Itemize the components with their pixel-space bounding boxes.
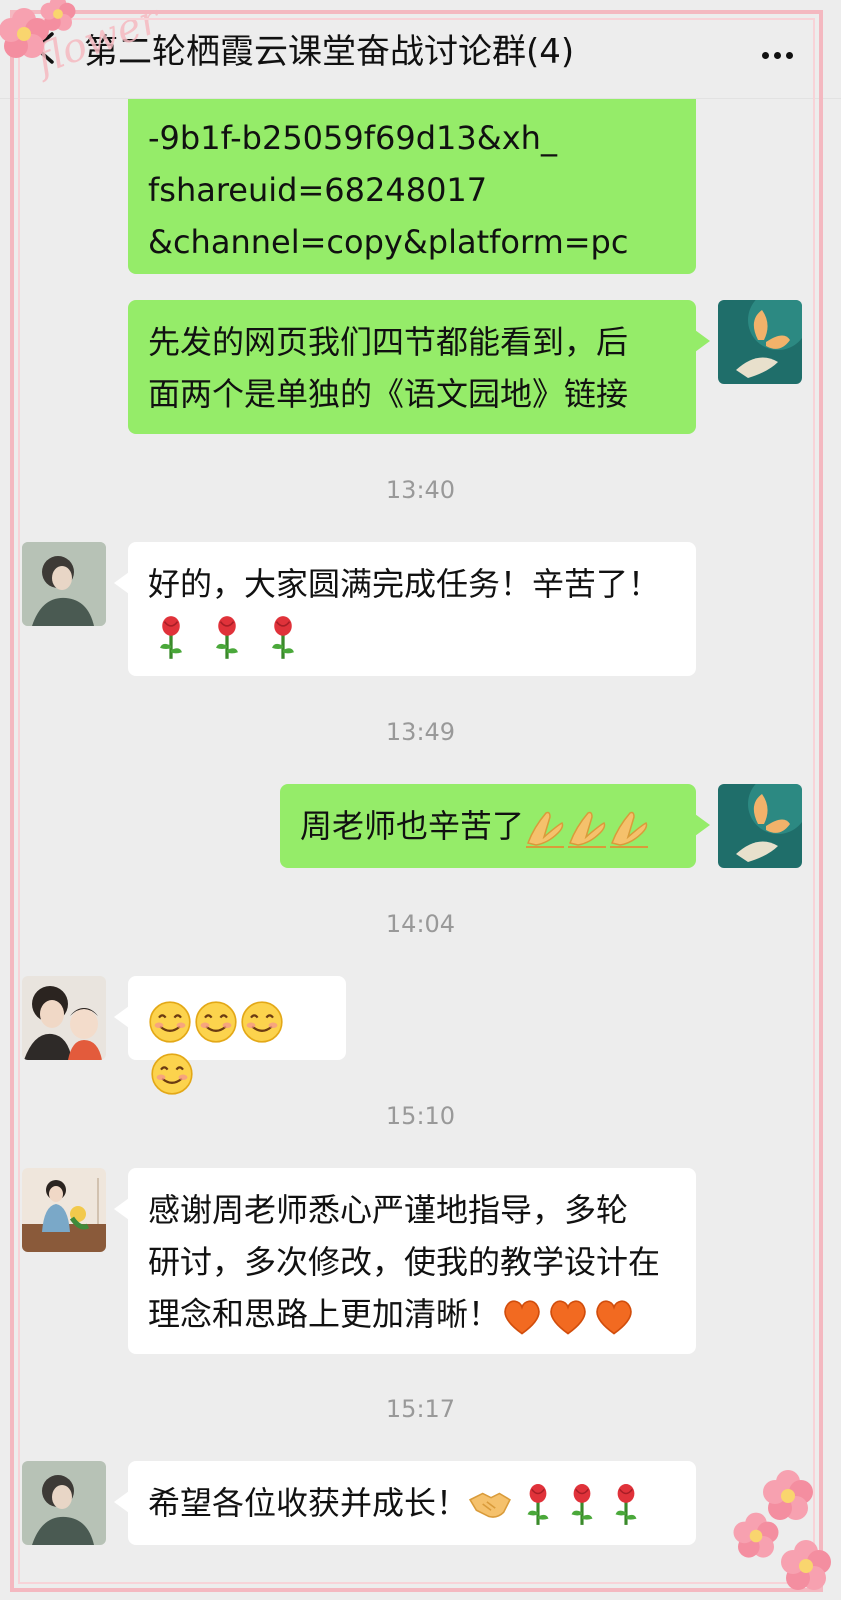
pray-icon bbox=[525, 811, 566, 848]
butterfly-avatar-icon bbox=[718, 300, 802, 384]
smile-icon bbox=[149, 1001, 191, 1043]
avatar-member[interactable] bbox=[22, 976, 106, 1060]
avatar-self[interactable] bbox=[718, 300, 802, 384]
message-text: 面两个是单独的《语文园地》链接 bbox=[148, 375, 629, 413]
rose-icon bbox=[525, 1483, 551, 1527]
rose-icon bbox=[613, 1483, 639, 1527]
message-text: &channel=copy&platform=pc bbox=[148, 223, 629, 261]
more-options-icon[interactable] bbox=[762, 44, 802, 59]
avatar-member[interactable] bbox=[22, 1461, 106, 1545]
timestamp: 14:04 bbox=[385, 910, 456, 938]
handshake-icon bbox=[469, 1492, 511, 1518]
heart-icon bbox=[504, 1300, 540, 1335]
flower-decoration-icon bbox=[733, 1470, 831, 1590]
pray-icon bbox=[609, 811, 650, 848]
butterfly-avatar-icon bbox=[718, 784, 802, 868]
smile-icon bbox=[195, 1001, 237, 1043]
woman-avatar-icon bbox=[22, 542, 106, 626]
message-bubble-sent[interactable]: -9b1f-b25059f69d13&xh_ fshareuid=6824801… bbox=[128, 82, 696, 274]
message-text-with-emojis: 理念和思路上更加清晰！ bbox=[148, 1288, 676, 1340]
timestamp: 15:10 bbox=[385, 1102, 456, 1130]
rose-icon bbox=[270, 615, 296, 661]
emoji-row bbox=[148, 610, 676, 661]
smile-icon bbox=[241, 1001, 283, 1043]
avatar-member[interactable] bbox=[22, 1168, 106, 1252]
chat-area: -9b1f-b25059f69d13&xh_ fshareuid=6824801… bbox=[0, 0, 841, 1600]
message-bubble-received[interactable]: 感谢周老师悉心严谨地指导，多轮 研讨，多次修改，使我的教学设计在 理念和思路上更… bbox=[114, 1168, 696, 1354]
woman-avatar-icon bbox=[22, 1461, 106, 1545]
message-text: -9b1f-b25059f69d13&xh_ bbox=[148, 119, 557, 157]
message-text: 研讨，多次修改，使我的教学设计在 bbox=[148, 1243, 661, 1281]
message-bubble-sent[interactable]: 周老师也辛苦了 bbox=[280, 784, 710, 868]
avatar-self[interactable] bbox=[718, 784, 802, 868]
rose-icon bbox=[158, 615, 184, 661]
timestamp: 13:40 bbox=[385, 476, 456, 504]
message-text: 理念和思路上更加清晰！ bbox=[148, 1295, 501, 1333]
heart-icon bbox=[550, 1300, 586, 1335]
woman-flowers-avatar-icon bbox=[22, 1168, 106, 1252]
message-text: 感谢周老师悉心严谨地指导，多轮 bbox=[148, 1191, 629, 1229]
heart-icon bbox=[596, 1300, 632, 1335]
timestamp: 15:17 bbox=[385, 1395, 456, 1423]
avatar-member[interactable] bbox=[22, 542, 106, 626]
pray-icon bbox=[567, 811, 608, 848]
message-text: 先发的网页我们四节都能看到，后 bbox=[148, 323, 629, 361]
flower-decoration-icon bbox=[0, 0, 76, 58]
message-bubble-received[interactable]: 好的，大家圆满完成任务！辛苦了！ bbox=[114, 542, 696, 676]
message-text: 好的，大家圆满完成任务！辛苦了！ bbox=[148, 565, 661, 603]
mother-child-avatar-icon bbox=[22, 976, 106, 1060]
message-text: 周老师也辛苦了 bbox=[300, 807, 525, 845]
message-text: fshareuid=68248017 bbox=[148, 171, 488, 209]
message-bubble-received[interactable] bbox=[114, 976, 346, 1095]
message-text: 希望各位收获并成长！ bbox=[148, 1484, 469, 1522]
message-bubble-sent[interactable]: 先发的网页我们四节都能看到，后 面两个是单独的《语文园地》链接 bbox=[128, 300, 710, 434]
message-bubble-received[interactable]: 希望各位收获并成长！ bbox=[114, 1461, 696, 1545]
smile-icon bbox=[151, 1053, 193, 1095]
rose-icon bbox=[214, 615, 240, 661]
rose-icon bbox=[569, 1483, 595, 1527]
timestamp: 13:49 bbox=[385, 718, 456, 746]
